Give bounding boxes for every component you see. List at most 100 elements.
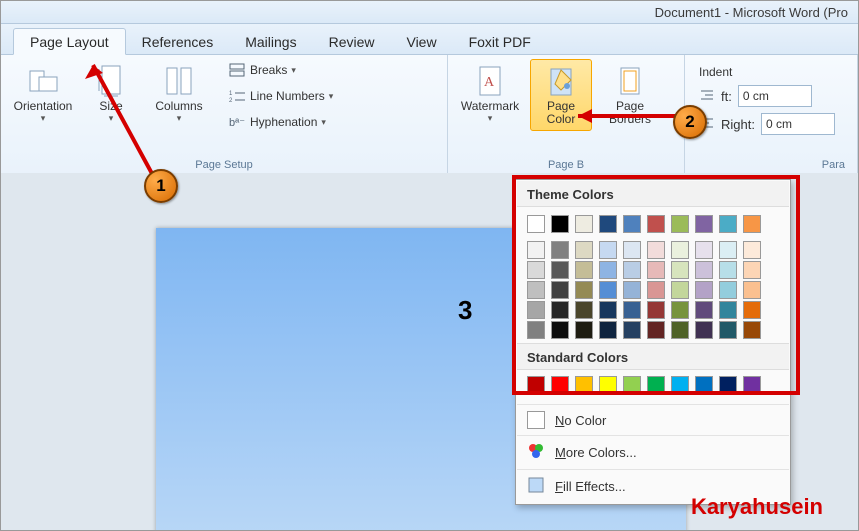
color-swatch[interactable] — [647, 241, 665, 259]
color-swatch[interactable] — [551, 281, 569, 299]
fill-effects-label: Fill Effects... — [555, 479, 626, 494]
color-swatch[interactable] — [551, 301, 569, 319]
color-swatch[interactable] — [695, 241, 713, 259]
color-swatch[interactable] — [671, 301, 689, 319]
color-swatch[interactable] — [647, 281, 665, 299]
color-swatch[interactable] — [743, 241, 761, 259]
color-swatch[interactable] — [575, 376, 593, 394]
color-swatch[interactable] — [647, 376, 665, 394]
orientation-button[interactable]: Orientation ▾ — [9, 59, 77, 129]
color-swatch[interactable] — [527, 321, 545, 339]
watermark-button[interactable]: A Watermark ▾ — [456, 59, 524, 129]
line-numbers-button[interactable]: 12 Line Numbers ▾ — [223, 85, 338, 107]
color-swatch[interactable] — [647, 261, 665, 279]
color-swatch[interactable] — [575, 301, 593, 319]
color-swatch[interactable] — [719, 261, 737, 279]
color-swatch[interactable] — [743, 301, 761, 319]
dropdown-icon: ▾ — [291, 65, 296, 76]
theme-colors-grid — [517, 207, 789, 343]
tab-view[interactable]: View — [390, 29, 452, 54]
color-swatch[interactable] — [623, 376, 641, 394]
hyphenation-button[interactable]: bª⁻ Hyphenation ▾ — [223, 111, 338, 133]
color-swatch[interactable] — [647, 215, 665, 233]
svg-text:A: A — [484, 75, 495, 90]
color-swatch[interactable] — [695, 321, 713, 339]
color-swatch[interactable] — [695, 215, 713, 233]
annotation-number-3: 3 — [458, 295, 472, 326]
color-swatch[interactable] — [575, 281, 593, 299]
indent-right-field[interactable]: 0 cm — [761, 113, 835, 135]
color-swatch[interactable] — [551, 215, 569, 233]
color-swatch[interactable] — [647, 321, 665, 339]
color-swatch[interactable] — [695, 301, 713, 319]
color-swatch[interactable] — [695, 261, 713, 279]
color-swatch[interactable] — [527, 261, 545, 279]
color-swatch[interactable] — [575, 241, 593, 259]
color-swatch[interactable] — [599, 215, 617, 233]
color-swatch[interactable] — [575, 261, 593, 279]
color-swatch[interactable] — [551, 321, 569, 339]
line-numbers-icon: 12 — [228, 88, 246, 104]
color-swatch[interactable] — [719, 281, 737, 299]
color-swatch[interactable] — [575, 321, 593, 339]
breaks-label: Breaks — [250, 63, 287, 77]
color-swatch[interactable] — [599, 321, 617, 339]
color-swatch[interactable] — [719, 215, 737, 233]
tab-mailings[interactable]: Mailings — [229, 29, 312, 54]
color-swatch[interactable] — [551, 376, 569, 394]
color-swatch[interactable] — [599, 301, 617, 319]
color-swatch[interactable] — [695, 281, 713, 299]
color-swatch[interactable] — [599, 376, 617, 394]
color-swatch[interactable] — [527, 241, 545, 259]
color-swatch[interactable] — [719, 241, 737, 259]
color-swatch[interactable] — [671, 241, 689, 259]
color-swatch[interactable] — [719, 301, 737, 319]
color-swatch[interactable] — [599, 261, 617, 279]
standard-colors-header: Standard Colors — [517, 343, 789, 370]
annotation-badge-1: 1 — [144, 169, 178, 203]
color-swatch[interactable] — [719, 321, 737, 339]
color-swatch[interactable] — [527, 376, 545, 394]
color-swatch[interactable] — [551, 261, 569, 279]
color-swatch[interactable] — [575, 215, 593, 233]
tab-foxit-pdf[interactable]: Foxit PDF — [453, 29, 547, 54]
color-swatch[interactable] — [599, 241, 617, 259]
color-swatch[interactable] — [743, 215, 761, 233]
breaks-button[interactable]: Breaks ▾ — [223, 59, 338, 81]
color-swatch[interactable] — [743, 376, 761, 394]
color-swatch[interactable] — [623, 215, 641, 233]
orientation-label: Orientation — [14, 100, 73, 113]
no-color-swatch — [527, 411, 545, 429]
svg-text:1: 1 — [229, 91, 233, 97]
color-swatch[interactable] — [599, 281, 617, 299]
more-colors-icon — [527, 442, 545, 463]
fill-effects-icon — [527, 476, 545, 497]
hyphenation-icon: bª⁻ — [228, 114, 246, 130]
color-swatch[interactable] — [527, 301, 545, 319]
color-swatch[interactable] — [551, 241, 569, 259]
color-swatch[interactable] — [671, 376, 689, 394]
color-swatch[interactable] — [671, 215, 689, 233]
color-swatch[interactable] — [671, 281, 689, 299]
color-swatch[interactable] — [623, 261, 641, 279]
indent-left-field[interactable]: 0 cm — [738, 85, 812, 107]
color-swatch[interactable] — [623, 301, 641, 319]
color-swatch[interactable] — [527, 281, 545, 299]
color-swatch[interactable] — [671, 321, 689, 339]
more-colors-item[interactable]: More Colors... — [517, 435, 789, 469]
color-swatch[interactable] — [719, 376, 737, 394]
color-swatch[interactable] — [623, 281, 641, 299]
color-swatch[interactable] — [671, 261, 689, 279]
color-swatch[interactable] — [623, 321, 641, 339]
color-swatch[interactable] — [695, 376, 713, 394]
tab-review[interactable]: Review — [313, 29, 391, 54]
color-swatch[interactable] — [623, 241, 641, 259]
color-swatch[interactable] — [743, 281, 761, 299]
color-swatch[interactable] — [527, 215, 545, 233]
paragraph-title: Para — [693, 159, 849, 173]
no-color-item[interactable]: No Color — [517, 404, 789, 435]
color-swatch[interactable] — [647, 301, 665, 319]
breaks-icon — [228, 62, 246, 78]
color-swatch[interactable] — [743, 261, 761, 279]
color-swatch[interactable] — [743, 321, 761, 339]
